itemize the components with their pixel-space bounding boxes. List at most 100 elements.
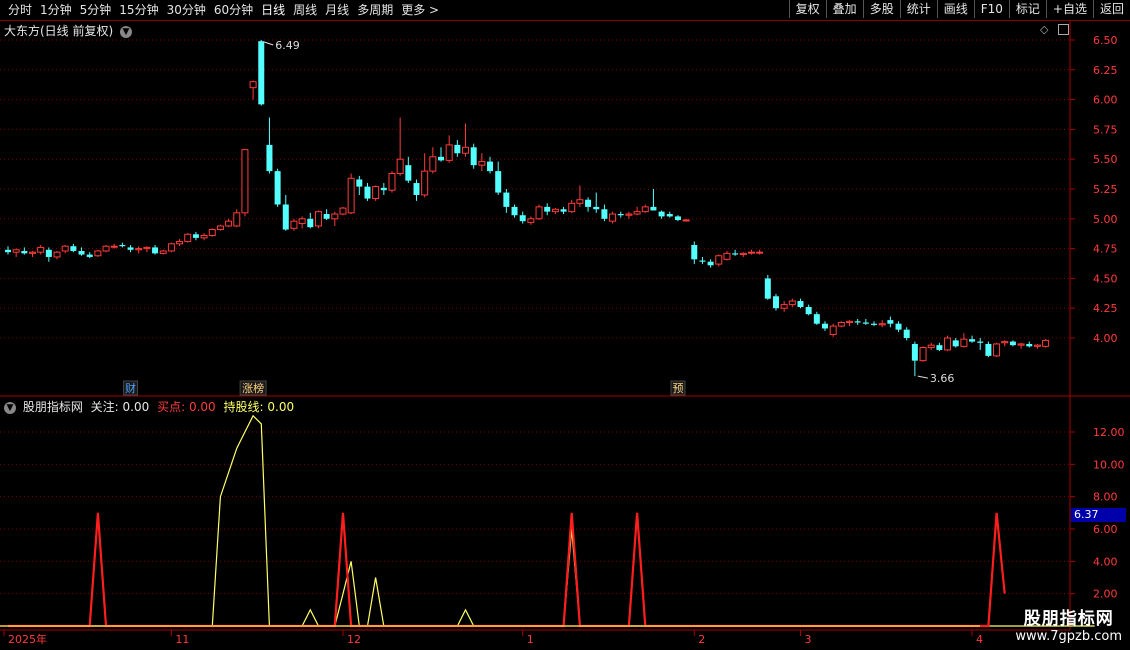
candle-body <box>135 248 143 251</box>
indicator-tick-label: 6.00 <box>1093 523 1118 536</box>
indicator-tick-label: 4.00 <box>1093 555 1118 568</box>
price-tick-label: 6.25 <box>1093 64 1118 77</box>
high-price-label: 6.49 <box>275 39 300 52</box>
candle-body <box>895 323 902 330</box>
candle-body <box>347 177 355 214</box>
candle-body <box>862 322 869 324</box>
candle-body <box>53 251 61 258</box>
candle-body <box>184 233 192 242</box>
candle-body <box>674 216 681 220</box>
candle-body <box>21 250 28 254</box>
candle-body <box>837 322 845 327</box>
candle-body <box>936 345 943 350</box>
candle-body <box>960 338 968 347</box>
candle-body <box>339 207 347 215</box>
candle-body <box>314 211 322 227</box>
candle-body <box>658 211 665 217</box>
candle-body <box>438 156 445 161</box>
candle-body <box>568 202 576 213</box>
candle-body <box>331 213 339 220</box>
candle-body <box>747 251 755 254</box>
candle-body <box>1033 344 1041 347</box>
candle-body <box>723 252 731 260</box>
price-tick-label: 4.75 <box>1093 243 1118 256</box>
candle-body <box>601 209 608 219</box>
time-tick-label: 1 <box>527 633 534 646</box>
candle-body <box>495 171 502 193</box>
candle-body <box>167 243 175 252</box>
candle-body <box>110 245 118 248</box>
candle-body <box>846 320 854 324</box>
candle-body <box>911 343 918 361</box>
high-pointer <box>264 41 274 46</box>
candle-body <box>208 229 216 236</box>
candle-body <box>388 173 396 191</box>
candle-body <box>70 246 77 251</box>
price-tick-label: 5.00 <box>1093 213 1118 226</box>
candle-body <box>119 245 126 247</box>
candle-body <box>544 206 551 212</box>
candle-body <box>854 321 861 323</box>
candle-body <box>225 220 233 227</box>
candle-body <box>1009 341 1016 346</box>
candle-body <box>977 341 984 343</box>
candle-body <box>216 225 224 231</box>
candle-body <box>732 253 739 255</box>
candle-body <box>944 337 952 351</box>
candle-body <box>715 255 723 265</box>
candle-body <box>94 250 102 257</box>
candle-body <box>478 161 486 166</box>
kline-chart[interactable]: 6.50 6.25 6.00 5.75 5.50 5.25 5.00 4.75 4.50 4.25… <box>0 0 1130 650</box>
watermark-title: 股朋指标网 <box>1023 609 1114 629</box>
indicator-line-buy <box>8 512 1006 628</box>
price-tick-label: 4.00 <box>1093 332 1118 345</box>
price-tick-label: 5.25 <box>1093 183 1118 196</box>
candle-body <box>241 149 249 214</box>
candle-body <box>707 261 714 266</box>
candle-body <box>511 206 518 216</box>
candle-body <box>159 250 167 254</box>
candle-body <box>258 41 265 105</box>
candle-body <box>560 209 567 212</box>
candle-body <box>1017 343 1025 346</box>
event-marker-label: 涨榜 <box>242 381 264 395</box>
candle-body <box>1001 341 1009 344</box>
candle-body <box>633 211 641 215</box>
candle-body <box>127 247 134 250</box>
candle-body <box>682 219 690 222</box>
candle-body <box>61 245 69 252</box>
candle-body <box>176 240 184 245</box>
candle-body <box>266 144 273 172</box>
candle-body <box>903 329 910 338</box>
candle-body <box>470 147 477 166</box>
candle-body <box>871 323 878 325</box>
candle-body <box>323 214 330 219</box>
candle-body <box>641 206 649 213</box>
candle-body <box>927 344 935 349</box>
candle-body <box>952 340 959 347</box>
candle-body <box>396 158 404 175</box>
candle-body <box>650 206 657 211</box>
candle-body <box>797 301 804 308</box>
price-tick-label: 5.50 <box>1093 153 1118 166</box>
candle-body <box>78 250 85 255</box>
candle-body <box>29 251 37 254</box>
candle-body <box>102 245 110 252</box>
low-pointer <box>917 375 928 379</box>
time-tick-label: 12 <box>347 633 361 646</box>
indicator-tick-label: 2.00 <box>1093 588 1118 601</box>
time-tick-label: 11 <box>175 633 189 646</box>
candle-body <box>666 214 673 217</box>
time-tick-label: 4 <box>976 633 983 646</box>
low-price-label: 3.66 <box>930 372 955 385</box>
candle-body <box>372 186 380 200</box>
candle-body <box>405 165 412 181</box>
indicator-line-hold <box>8 414 1095 627</box>
candle-body <box>878 323 886 326</box>
candle-body <box>298 218 306 225</box>
candle-body <box>551 208 559 213</box>
candle-body <box>429 156 437 172</box>
candle-body <box>200 234 208 239</box>
indicator-price-tag: 6.37 <box>1071 508 1126 522</box>
candle-body <box>37 246 45 253</box>
